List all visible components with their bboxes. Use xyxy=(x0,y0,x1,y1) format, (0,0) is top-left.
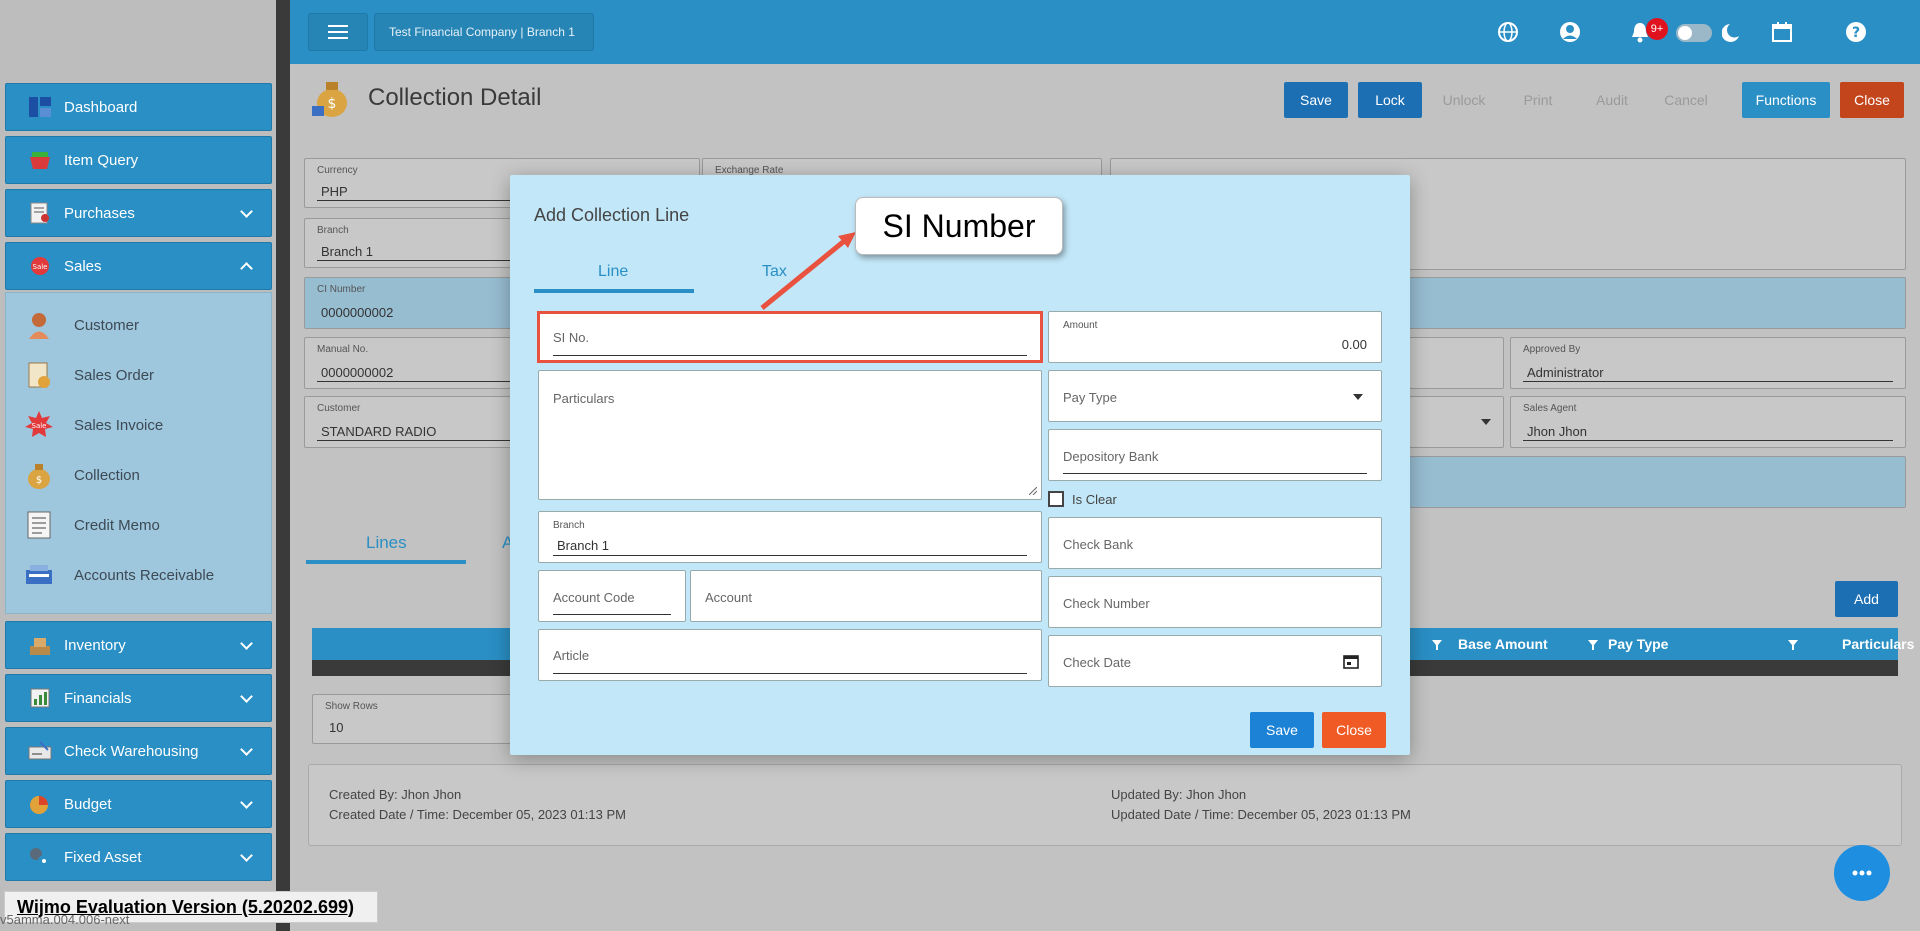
si-number-callout: SI Number xyxy=(855,197,1063,255)
annotation-arrow xyxy=(760,232,856,310)
